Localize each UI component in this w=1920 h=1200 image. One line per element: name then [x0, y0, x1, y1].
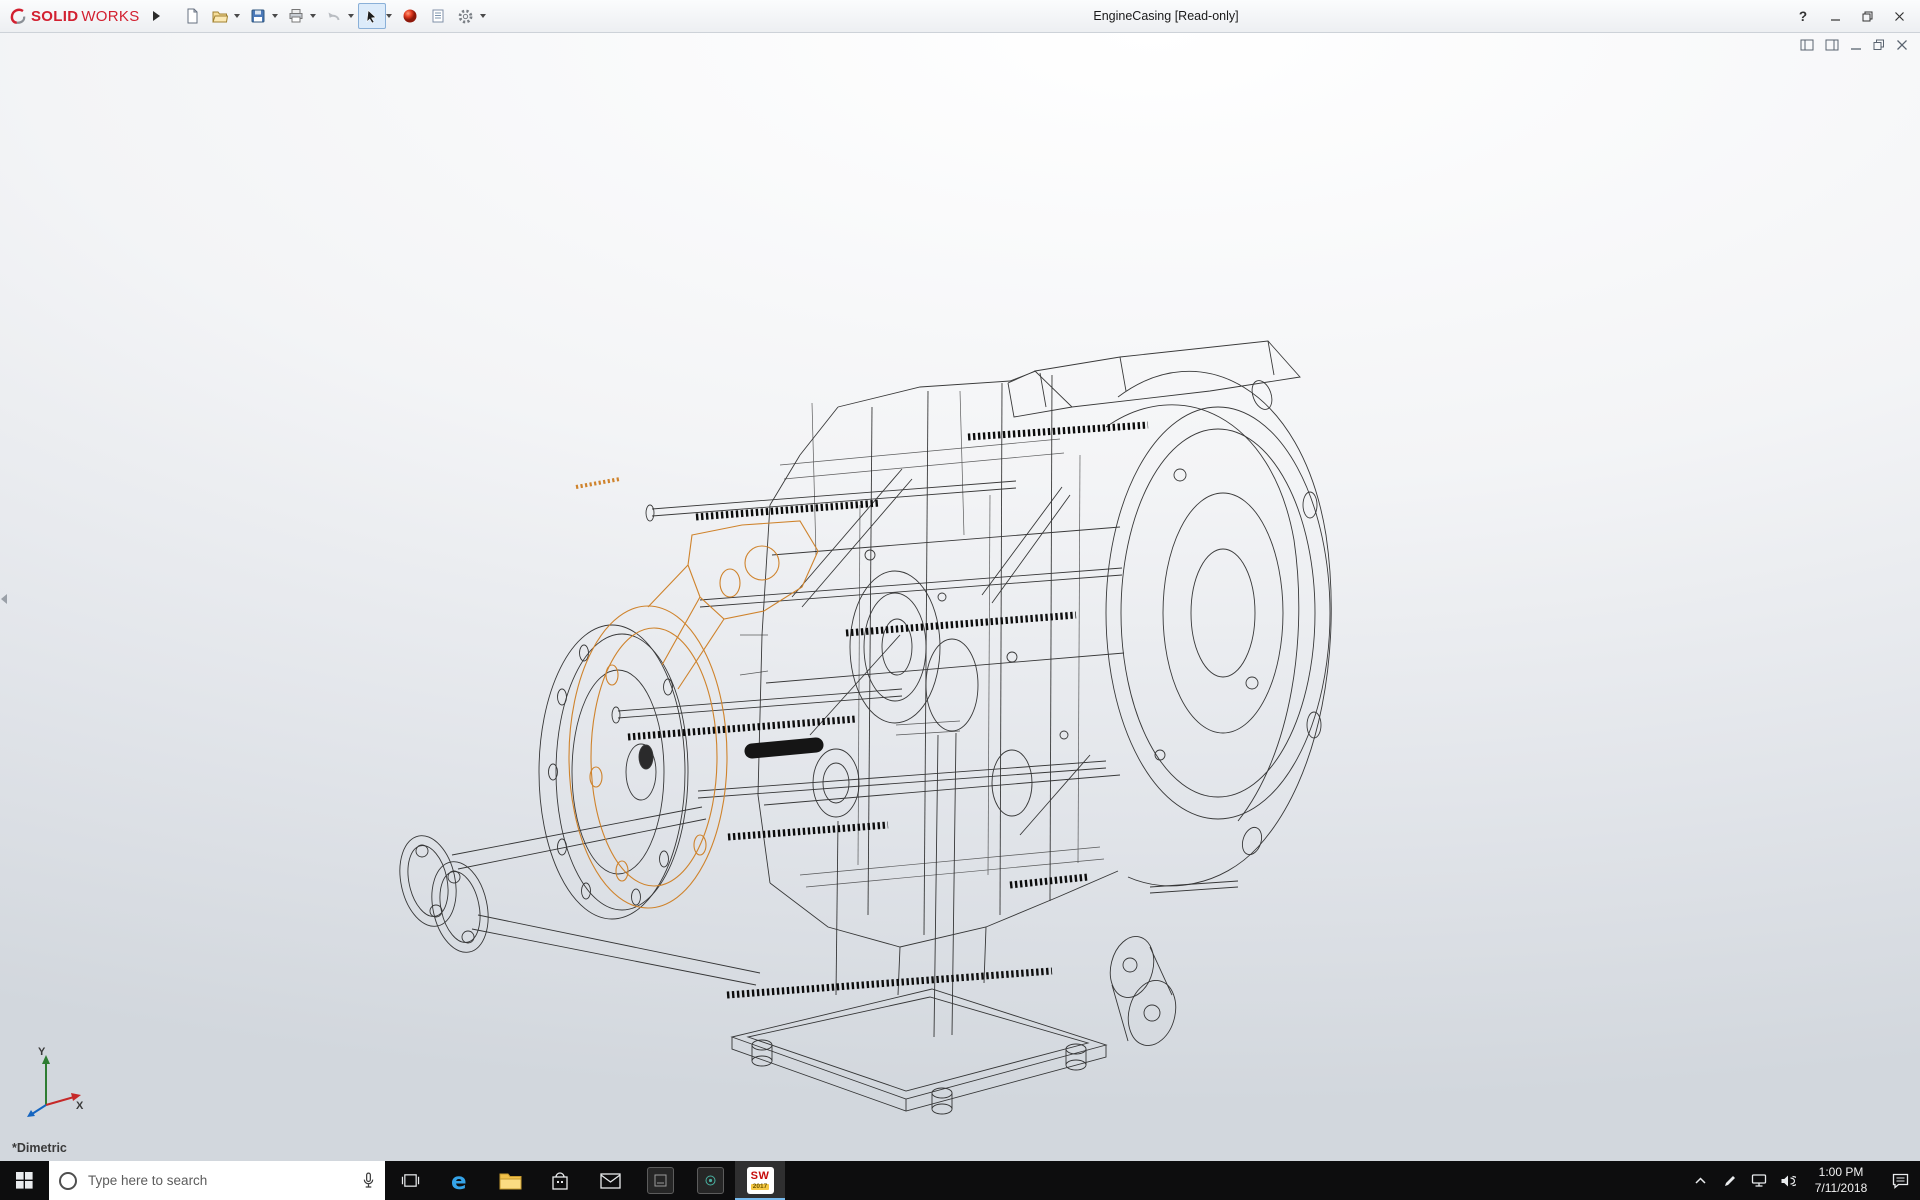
solidworks-app-icon: SW 2017 — [747, 1167, 774, 1194]
dark-app-icon-1 — [647, 1167, 674, 1194]
network-tray-button[interactable] — [1744, 1161, 1773, 1200]
task-view-button[interactable] — [385, 1161, 435, 1200]
file-explorer-icon — [499, 1171, 522, 1191]
pen-tray-button[interactable] — [1715, 1161, 1744, 1200]
solidworks-icon-text: SW — [751, 1171, 770, 1182]
triad-x-label: X — [76, 1100, 84, 1112]
task-view-icon — [401, 1172, 420, 1189]
document-restore-button[interactable] — [1873, 39, 1885, 51]
brand-solid: SOLID — [31, 8, 78, 25]
print-button[interactable] — [282, 3, 310, 29]
mail-envelope-icon — [600, 1173, 621, 1189]
close-icon — [1894, 11, 1905, 22]
brand-works: WORKS — [81, 8, 139, 25]
start-button[interactable] — [0, 1161, 49, 1200]
hidden-icons-button[interactable] — [1686, 1161, 1715, 1200]
desktop-screen: SOLIDWORKS — [0, 0, 1920, 1200]
dark-app-icon-2 — [697, 1167, 724, 1194]
svg-text:e: e — [451, 1169, 467, 1194]
taskbar-search-box[interactable] — [49, 1161, 385, 1200]
taskbar-clock[interactable]: 1:00 PM 7/11/2018 — [1802, 1161, 1880, 1200]
restore-button[interactable] — [1852, 3, 1882, 29]
solidworks-icon-year: 2017 — [751, 1184, 769, 1191]
help-button[interactable]: ? — [1788, 3, 1818, 29]
menu-flyout-arrow[interactable] — [148, 4, 164, 28]
edge-browser-icon: e — [447, 1168, 473, 1194]
save-floppy-icon — [250, 8, 266, 24]
volume-icon — [1780, 1174, 1796, 1188]
select-tool-button[interactable] — [358, 3, 386, 29]
wireframe-model — [380, 325, 1410, 1137]
flyout-triangle-icon — [152, 11, 160, 21]
document-title: EngineCasing [Read-only] — [1093, 0, 1238, 33]
taskbar-icon-edge[interactable]: e — [435, 1161, 485, 1200]
gear-icon — [457, 8, 474, 25]
main-toolbar — [178, 3, 490, 29]
pen-icon — [1723, 1174, 1737, 1188]
windows-logo-icon — [16, 1172, 33, 1189]
taskbar-icon-solidworks[interactable]: SW 2017 — [735, 1161, 785, 1200]
view-orientation-label: *Dimetric — [12, 1141, 67, 1155]
select-dropdown-caret[interactable] — [386, 14, 392, 18]
print-dropdown-caret[interactable] — [310, 14, 316, 18]
taskbar-icon-mail[interactable] — [585, 1161, 635, 1200]
panel-collapse-arrow[interactable] — [1, 591, 11, 607]
volume-tray-button[interactable] — [1773, 1161, 1802, 1200]
select-cursor-icon — [364, 9, 379, 24]
taskbar-icon-store[interactable] — [535, 1161, 585, 1200]
options-button[interactable] — [452, 3, 480, 29]
new-document-button[interactable] — [178, 3, 206, 29]
save-dropdown-caret[interactable] — [272, 14, 278, 18]
solidworks-logo: SOLIDWORKS — [0, 0, 146, 32]
close-button[interactable] — [1884, 3, 1914, 29]
system-tray: 1:00 PM 7/11/2018 — [1686, 1161, 1920, 1200]
document-window-controls — [1800, 39, 1908, 51]
cortana-icon — [59, 1172, 77, 1190]
windows-taskbar: e — [0, 1161, 1920, 1200]
minimize-button[interactable] — [1820, 3, 1850, 29]
undo-button[interactable] — [320, 3, 348, 29]
window-controls: ? — [1788, 3, 1920, 29]
properties-list-icon — [430, 8, 446, 24]
action-center-button[interactable] — [1880, 1161, 1920, 1200]
taskbar-icon-file-explorer[interactable] — [485, 1161, 535, 1200]
triad-y-label: Y — [38, 1046, 46, 1058]
store-bag-icon — [550, 1170, 570, 1191]
properties-button[interactable] — [424, 3, 452, 29]
pane-left-icon[interactable] — [1800, 39, 1814, 51]
dassault-systemes-icon — [8, 6, 28, 26]
save-button[interactable] — [244, 3, 272, 29]
restore-icon — [1862, 11, 1873, 22]
titlebar: SOLIDWORKS — [0, 0, 1920, 33]
red-sphere-icon — [402, 8, 418, 24]
network-icon — [1751, 1173, 1767, 1188]
pane-right-icon[interactable] — [1825, 39, 1839, 51]
open-folder-icon — [212, 8, 228, 24]
undo-dropdown-caret[interactable] — [348, 14, 354, 18]
new-document-icon — [184, 8, 200, 24]
reference-triad: Y X — [14, 1043, 86, 1117]
collapse-triangle-icon — [1, 594, 7, 604]
document-minimize-button[interactable] — [1850, 39, 1862, 51]
undo-arrow-icon — [326, 8, 342, 24]
chevron-up-icon — [1694, 1176, 1707, 1185]
clock-date: 7/11/2018 — [1802, 1181, 1880, 1197]
taskbar-icon-dark-app-1[interactable] — [635, 1161, 685, 1200]
open-dropdown-caret[interactable] — [234, 14, 240, 18]
render-sphere-button[interactable] — [396, 3, 424, 29]
microphone-icon[interactable] — [362, 1172, 375, 1190]
open-button[interactable] — [206, 3, 234, 29]
search-input[interactable] — [86, 1172, 353, 1189]
taskbar-icon-dark-app-2[interactable] — [685, 1161, 735, 1200]
document-close-button[interactable] — [1896, 39, 1908, 51]
clock-time: 1:00 PM — [1802, 1165, 1880, 1181]
minimize-icon — [1830, 11, 1841, 22]
options-dropdown-caret[interactable] — [480, 14, 486, 18]
graphics-area[interactable]: Y X *Dimetric — [0, 33, 1920, 1161]
print-icon — [288, 8, 304, 24]
action-center-icon — [1892, 1173, 1909, 1189]
